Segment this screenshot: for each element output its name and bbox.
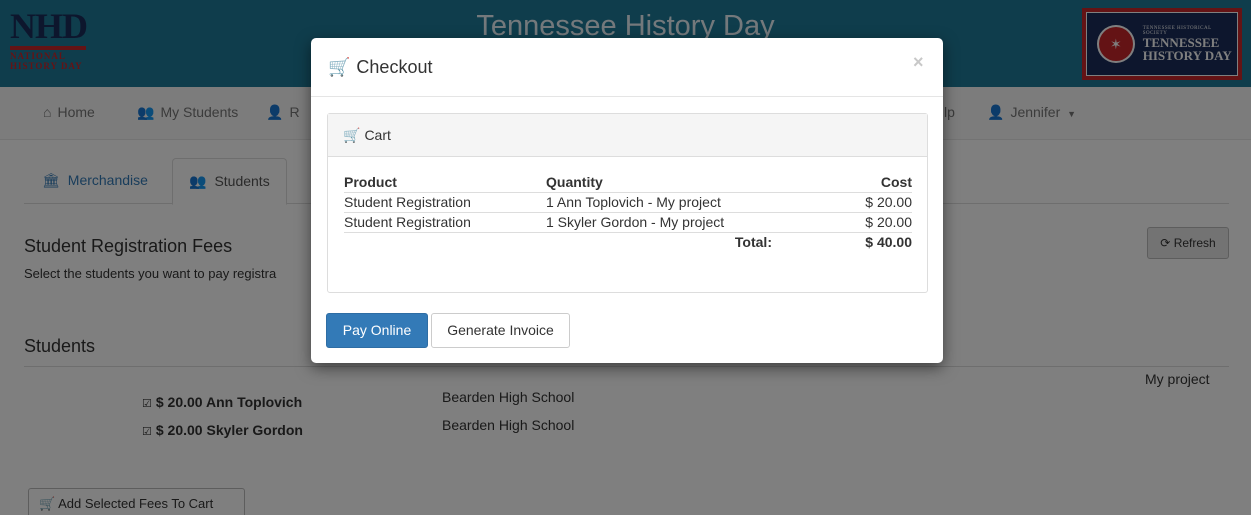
generate-invoice-button[interactable]: Generate Invoice xyxy=(431,313,570,348)
column-header-cost: Cost xyxy=(880,174,912,190)
cell-quantity: 1 Ann Toplovich - My project xyxy=(546,192,782,213)
total-value: $ 40.00 xyxy=(782,232,912,252)
total-row: Total: $ 40.00 xyxy=(344,232,912,252)
total-label: Total: xyxy=(546,232,782,252)
close-icon[interactable]: × xyxy=(913,52,924,73)
cart-heading: Cart xyxy=(364,127,391,143)
pay-online-button[interactable]: Pay Online xyxy=(326,313,428,348)
cart-icon: 🛒 xyxy=(328,57,351,77)
cart-icon: 🛒 xyxy=(343,127,361,143)
table-row: Student Registration 1 Ann Toplovich - M… xyxy=(344,192,912,213)
cell-cost: $ 20.00 xyxy=(782,192,912,213)
cell-cost: $ 20.00 xyxy=(782,212,912,233)
column-header-product: Product xyxy=(344,174,397,190)
cart-panel: 🛒 Cart Product Quantity Cost Student Regi… xyxy=(327,113,928,293)
modal-header: 🛒 Checkout × xyxy=(311,38,943,97)
cell-product: Student Registration xyxy=(344,212,546,233)
cell-product: Student Registration xyxy=(344,192,546,213)
table-row: Student Registration 1 Skyler Gordon - M… xyxy=(344,212,912,233)
modal-title: 🛒 Checkout xyxy=(328,57,432,78)
cart-table-header: Product Quantity Cost xyxy=(344,174,912,193)
cart-table: Product Quantity Cost Student Registrati… xyxy=(344,174,912,252)
cell-quantity: 1 Skyler Gordon - My project xyxy=(546,212,782,233)
column-header-quantity: Quantity xyxy=(546,174,603,190)
cart-panel-heading: 🛒 Cart xyxy=(328,114,927,157)
modal-title-text: Checkout xyxy=(356,57,433,77)
cell-empty xyxy=(344,232,546,252)
checkout-modal: 🛒 Checkout × 🛒 Cart Product Quantity Cost … xyxy=(311,38,943,363)
